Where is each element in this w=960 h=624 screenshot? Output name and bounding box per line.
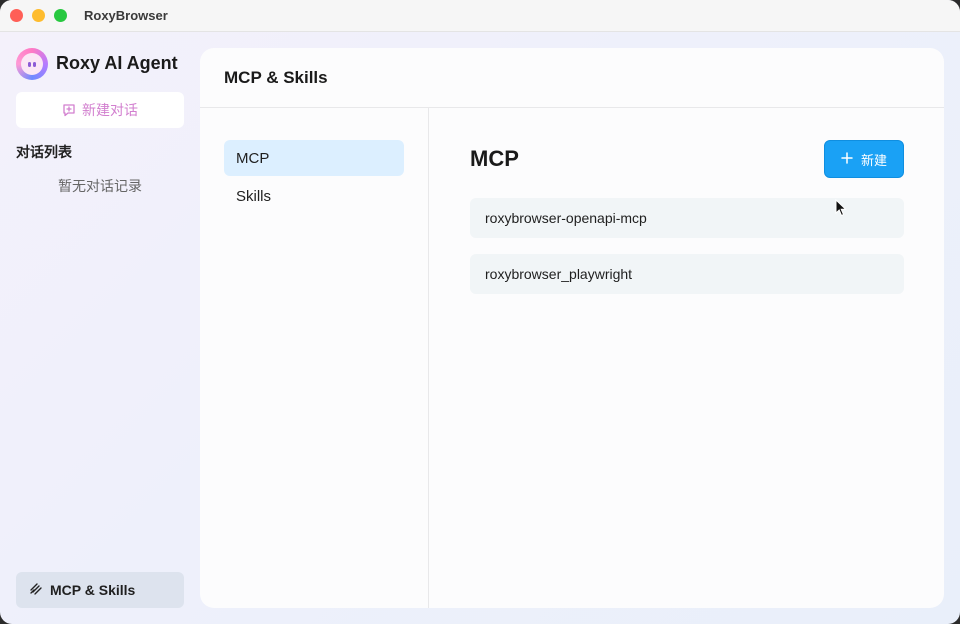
tab-skills[interactable]: Skills	[224, 178, 404, 214]
conversation-list-title: 对话列表	[16, 144, 72, 160]
mcp-server-name: roxybrowser-openapi-mcp	[485, 210, 647, 226]
mcp-skills-nav-label: MCP & Skills	[50, 582, 136, 598]
layers-icon	[28, 581, 44, 600]
tab-mcp-label: MCP	[236, 149, 270, 167]
chat-plus-icon	[62, 103, 76, 117]
mcp-skills-nav-button[interactable]: MCP & Skills	[16, 572, 184, 608]
minimize-window-button[interactable]	[32, 9, 45, 22]
mouse-cursor-icon	[835, 198, 847, 222]
close-window-button[interactable]	[10, 9, 23, 22]
tab-mcp[interactable]: MCP	[224, 140, 404, 176]
mcp-server-item[interactable]: roxybrowser_playwright	[470, 254, 904, 294]
empty-conversations-text: 暂无对话记录	[58, 178, 142, 194]
roxy-logo-icon	[16, 48, 48, 80]
zoom-window-button[interactable]	[54, 9, 67, 22]
add-mcp-button[interactable]: 新建	[824, 140, 904, 178]
new-chat-label: 新建对话	[82, 102, 138, 118]
app-window: RoxyBrowser Roxy AI Agent 新建对话 对话列表 暂无对话…	[0, 0, 960, 624]
brand-name: Roxy AI Agent	[56, 53, 178, 73]
new-chat-button[interactable]: 新建对话	[16, 92, 184, 128]
panel-divider	[428, 108, 429, 608]
content-title: MCP	[470, 146, 519, 171]
panel-title: MCP & Skills	[224, 68, 328, 87]
add-mcp-label: 新建	[860, 152, 887, 168]
app-title: RoxyBrowser	[84, 8, 168, 23]
plus-icon	[841, 151, 853, 167]
mcp-server-name: roxybrowser_playwright	[485, 266, 633, 282]
title-bar: RoxyBrowser	[0, 0, 960, 32]
tab-skills-label: Skills	[236, 187, 272, 205]
panel-header: MCP & Skills	[200, 48, 944, 108]
mcp-skills-panel: MCP & Skills MCP Skills MCP 新建 roxybrows…	[200, 48, 944, 608]
